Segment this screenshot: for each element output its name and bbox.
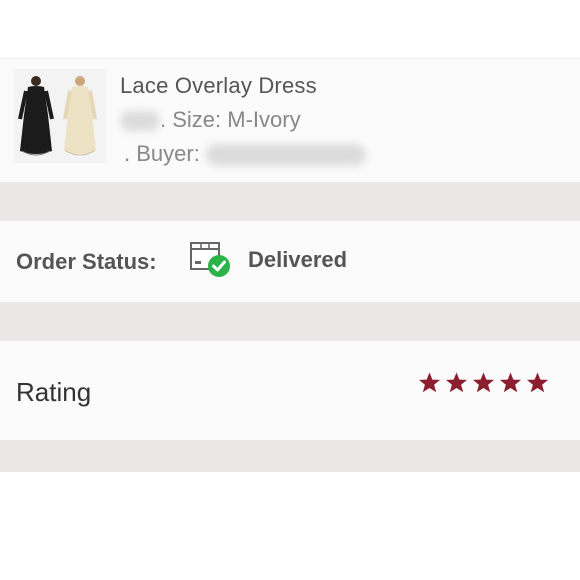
delivered-box-icon — [190, 242, 230, 277]
item-card[interactable]: Lace Overlay Dress . Size: M-Ivory . Buy… — [0, 58, 580, 184]
section-separator — [0, 182, 580, 220]
order-status-value: Delivered — [248, 247, 348, 272]
rating-stars — [418, 371, 549, 394]
item-buyer-line: . Buyer: — [124, 141, 366, 167]
rating-label: Rating — [16, 377, 92, 407]
item-size: . Size: M-Ivory — [160, 107, 301, 132]
black-dress-icon — [18, 76, 54, 156]
star-icon — [418, 372, 441, 393]
section-separator — [0, 302, 580, 340]
order-status-label: Order Status: — [16, 249, 157, 274]
redacted-price — [120, 111, 160, 132]
order-status-card: Order Status: Delivered — [0, 220, 580, 304]
top-spacer — [0, 0, 580, 58]
item-buyer-label: . Buyer: — [124, 141, 200, 166]
star-icon — [499, 372, 522, 393]
dress-photo-icon[interactable] — [14, 69, 106, 163]
redacted-buyer — [205, 144, 366, 167]
item-size-line: . Size: M-Ivory — [120, 107, 301, 133]
star-icon — [472, 372, 495, 393]
ivory-dress-icon — [63, 76, 97, 156]
section-separator — [0, 440, 580, 472]
star-icon — [445, 372, 468, 393]
rating-card: Rating — [0, 340, 580, 442]
bottom-spacer — [0, 472, 580, 580]
star-icon — [526, 372, 549, 393]
item-title: Lace Overlay Dress — [120, 73, 317, 98]
